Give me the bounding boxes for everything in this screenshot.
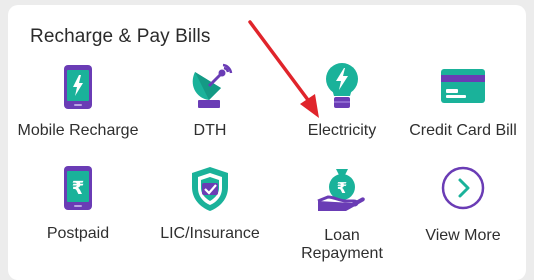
tile-label: Mobile Recharge	[17, 122, 139, 139]
mobile-phone-icon	[64, 65, 92, 109]
money-bag-hand-icon: ₹	[317, 169, 365, 211]
satellite-dish-icon	[192, 63, 233, 108]
tile-label-line2: Repayment	[301, 245, 383, 262]
tile-loan-repayment[interactable]: ₹ Loan Repayment	[276, 163, 408, 262]
tile-mobile-recharge[interactable]: Mobile Recharge	[12, 60, 144, 150]
tile-credit-card-bill[interactable]: Credit Card Bill	[397, 60, 529, 150]
tile-label: DTH	[193, 122, 227, 139]
svg-text:₹: ₹	[337, 179, 347, 197]
postpaid-phone-icon: ₹	[64, 166, 92, 210]
tile-label-line1: Loan	[324, 227, 360, 244]
tile-label: View More	[425, 227, 501, 244]
tile-label: LIC/Insurance	[160, 225, 260, 242]
tile-lic-insurance[interactable]: LIC/Insurance	[144, 163, 276, 258]
tile-label: Credit Card Bill	[409, 122, 517, 139]
lightbulb-icon	[326, 63, 358, 108]
tile-electricity[interactable]: Electricity	[276, 60, 408, 150]
section-title: Recharge & Pay Bills	[30, 26, 211, 47]
chevron-right-circle-icon	[441, 166, 485, 210]
tile-postpaid[interactable]: ₹ Postpaid	[12, 163, 144, 258]
svg-text:₹: ₹	[72, 178, 85, 199]
recharge-pay-bills-card: Recharge & Pay Bills Mobile Recharge DTH	[8, 5, 526, 280]
shield-check-icon	[192, 167, 228, 211]
tile-label: Postpaid	[46, 225, 110, 242]
tile-label: Electricity	[307, 122, 377, 139]
credit-card-icon	[441, 69, 485, 103]
tile-dth[interactable]: DTH	[144, 60, 276, 150]
tile-view-more[interactable]: View More	[397, 163, 529, 258]
